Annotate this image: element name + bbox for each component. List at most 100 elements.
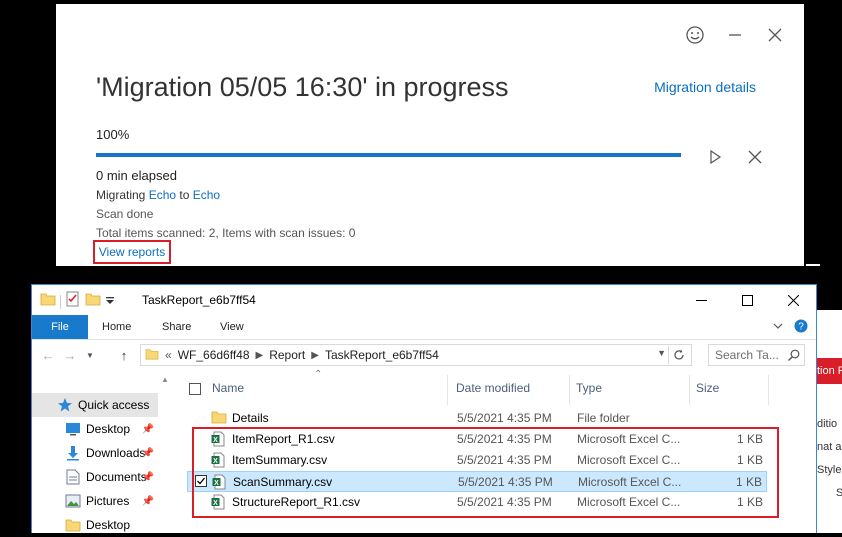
minimize-window-icon[interactable] xyxy=(678,285,724,315)
file-row[interactable]: X StructureReport_R1.csv 5/5/2021 4:35 P… xyxy=(187,492,767,513)
migrating-line: Migrating Echo to Echo xyxy=(96,188,220,202)
pin-icon[interactable]: 📌 xyxy=(142,496,154,507)
search-icon[interactable] xyxy=(787,348,800,368)
nav-scrollbar[interactable]: ▲ xyxy=(160,371,170,533)
tab-file[interactable]: File xyxy=(32,315,88,339)
file-row[interactable]: X ItemSummary.csv 5/5/2021 4:35 PM Micro… xyxy=(187,450,767,471)
file-size: 1 KB xyxy=(736,432,763,446)
close-icon[interactable] xyxy=(764,24,786,46)
pin-icon[interactable]: 📌 xyxy=(142,472,154,483)
excel-icon: X xyxy=(211,494,225,513)
nav-label: Desktop xyxy=(86,518,131,532)
nav-item-desktop-folder[interactable]: Desktop xyxy=(32,513,158,537)
customize-qat-icon[interactable] xyxy=(105,293,115,311)
play-icon[interactable] xyxy=(704,146,726,168)
migration-details-link[interactable]: Migration details xyxy=(654,79,756,95)
sort-ascending-icon: ⌃ xyxy=(314,369,323,380)
tab-home[interactable]: Home xyxy=(102,315,131,339)
panel-toolbar xyxy=(684,24,786,46)
download-icon xyxy=(64,445,82,461)
column-size[interactable]: Size xyxy=(696,381,719,395)
qat-divider xyxy=(60,294,61,309)
tab-share[interactable]: Share xyxy=(162,315,191,339)
address-bar[interactable]: « WF_66d6ff48 ▶ Report ▶ TaskReport_e6b7… xyxy=(140,344,692,366)
cancel-icon[interactable] xyxy=(744,146,766,168)
file-size: 1 KB xyxy=(736,453,763,467)
nav-item-pictures[interactable]: Pictures 📌 xyxy=(32,489,158,513)
window-title: TaskReport_e6b7ff54 xyxy=(142,293,256,307)
close-window-icon[interactable] xyxy=(770,285,816,315)
properties-icon[interactable] xyxy=(65,291,81,312)
recent-locations-icon[interactable]: ▼ xyxy=(82,347,98,363)
search-input[interactable]: Search Ta... xyxy=(708,344,805,366)
migration-title: 'Migration 05/05 16:30' in progress xyxy=(96,72,509,102)
title-bar: TaskReport_e6b7ff54 xyxy=(32,285,816,315)
nav-item-downloads[interactable]: Downloads 📌 xyxy=(32,441,158,465)
file-type: Microsoft Excel C... xyxy=(578,475,682,489)
minimize-icon[interactable] xyxy=(724,24,746,46)
breadcrumb-separator-icon[interactable]: ▶ xyxy=(256,350,264,361)
new-folder-icon[interactable] xyxy=(85,292,101,311)
search-placeholder: Search Ta... xyxy=(715,348,779,362)
quick-access-toolbar xyxy=(40,291,115,312)
column-divider[interactable] xyxy=(569,375,570,405)
file-name: ItemReport_R1.csv xyxy=(232,432,335,446)
nav-label: Documents xyxy=(86,470,147,484)
column-type[interactable]: Type xyxy=(576,381,602,395)
column-divider[interactable] xyxy=(447,375,448,405)
forward-arrow-icon[interactable]: → xyxy=(62,347,78,363)
feedback-smiley-icon[interactable] xyxy=(684,24,706,46)
maximize-window-icon[interactable] xyxy=(724,285,770,315)
background-divider xyxy=(806,264,820,266)
excel-icon: X xyxy=(212,474,226,493)
tab-view[interactable]: View xyxy=(220,315,244,339)
select-all-checkbox[interactable] xyxy=(189,383,201,395)
nav-label: Desktop xyxy=(86,422,131,436)
file-size: 1 KB xyxy=(735,475,762,489)
target-link[interactable]: Echo xyxy=(193,188,220,202)
file-row[interactable]: X ItemReport_R1.csv 5/5/2021 4:35 PM Mic… xyxy=(187,429,767,450)
refresh-icon[interactable] xyxy=(668,346,689,364)
row-checkbox[interactable] xyxy=(195,475,207,487)
column-divider[interactable] xyxy=(768,375,769,405)
progress-controls xyxy=(704,146,766,168)
file-date: 5/5/2021 4:35 PM xyxy=(457,453,552,467)
excel-icon: X xyxy=(211,431,225,450)
file-name: Details xyxy=(232,411,269,425)
svg-text:X: X xyxy=(213,458,218,465)
breadcrumb-separator-icon[interactable]: ▶ xyxy=(311,350,319,361)
expand-ribbon-icon[interactable] xyxy=(772,319,784,338)
desktop-icon xyxy=(64,421,82,437)
pin-icon[interactable]: 📌 xyxy=(142,424,154,435)
help-icon[interactable]: ? xyxy=(794,319,808,338)
up-arrow-icon[interactable]: ↑ xyxy=(116,347,132,363)
folder-icon xyxy=(211,410,227,427)
back-arrow-icon[interactable]: ← xyxy=(40,347,56,363)
column-headers: ⌃ Name Date modified Type Size xyxy=(182,369,816,405)
scan-status: Scan done xyxy=(96,207,154,221)
folder-icon xyxy=(64,517,82,533)
nav-item-desktop[interactable]: Desktop 📌 xyxy=(32,417,158,441)
nav-item-quick-access[interactable]: Quick access xyxy=(32,393,158,417)
pin-icon[interactable]: 📌 xyxy=(142,448,154,459)
column-divider[interactable] xyxy=(689,375,690,405)
breadcrumb-wf[interactable]: WF_66d6ff48 xyxy=(178,348,250,362)
address-dropdown-icon[interactable]: ▼ xyxy=(657,348,666,358)
file-row[interactable]: Details 5/5/2021 4:35 PM File folder xyxy=(187,408,767,429)
scroll-up-icon[interactable]: ▲ xyxy=(160,375,170,384)
file-date: 5/5/2021 4:35 PM xyxy=(457,411,552,425)
file-row-selected[interactable]: X ScanSummary.csv 5/5/2021 4:35 PM Micro… xyxy=(187,471,767,492)
address-overflow[interactable]: « xyxy=(165,348,172,362)
column-name[interactable]: Name xyxy=(212,381,244,395)
background-text-1: ditio xyxy=(817,418,838,430)
source-link[interactable]: Echo xyxy=(149,188,176,202)
nav-label: Pictures xyxy=(86,494,130,508)
nav-item-documents[interactable]: Documents 📌 xyxy=(32,465,158,489)
breadcrumb-taskreport[interactable]: TaskReport_e6b7ff54 xyxy=(325,348,439,362)
file-type: Microsoft Excel C... xyxy=(577,453,681,467)
background-red-bar: tion F xyxy=(817,358,842,384)
column-date[interactable]: Date modified xyxy=(456,381,530,395)
address-folder-icon xyxy=(145,348,159,363)
breadcrumb-report[interactable]: Report xyxy=(269,348,305,362)
view-reports-link[interactable]: View reports xyxy=(93,240,171,264)
